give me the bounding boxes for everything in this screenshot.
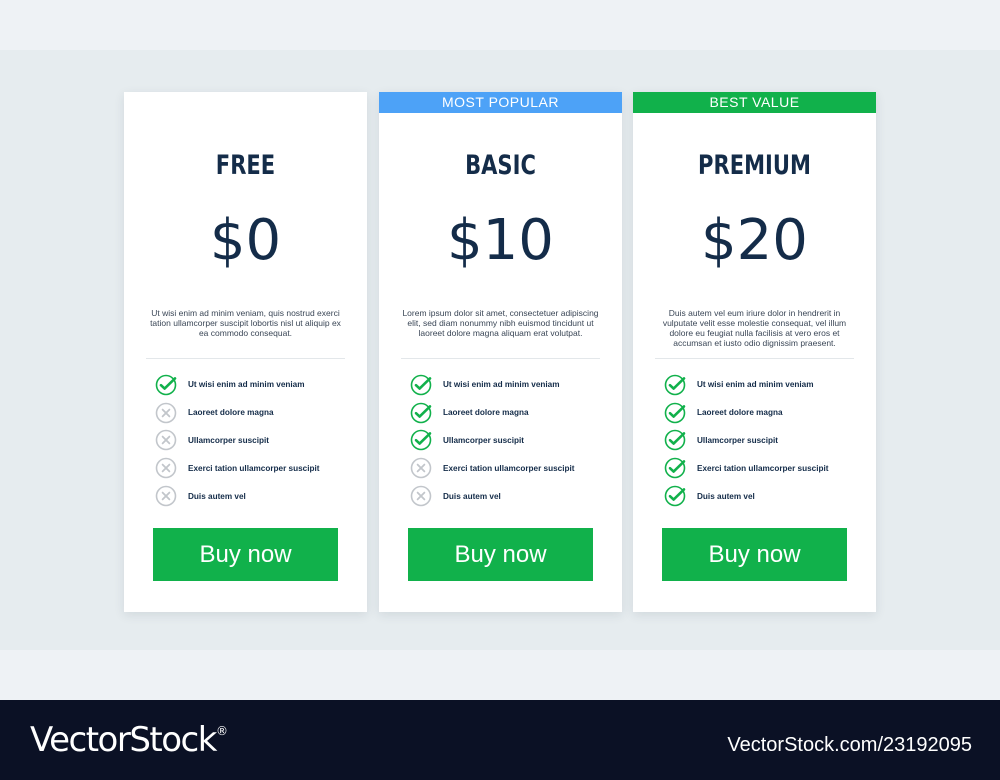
registered-mark: ® — [215, 724, 228, 738]
check-icon — [664, 457, 697, 479]
feature-label: Exerci tation ullamcorper suscipit — [697, 463, 829, 473]
plan-name: BASIC — [465, 150, 536, 181]
feature-label: Exerci tation ullamcorper suscipit — [188, 463, 320, 473]
watermark-footer: VectorStock® VectorStock.com/23192095 — [0, 700, 1000, 780]
feature-label: Laoreet dolore magna — [443, 408, 529, 418]
feature-label: Ut wisi enim ad minim veniam — [188, 380, 305, 390]
plan-price: $10 — [447, 208, 554, 273]
feature-item: Laoreet dolore magna — [155, 399, 360, 427]
plan-name: FREE — [215, 150, 276, 181]
feature-label: Exerci tation ullamcorper suscipit — [443, 463, 575, 473]
feature-item: Duis autem vel — [664, 482, 869, 510]
divider — [146, 358, 345, 359]
feature-label: Duis autem vel — [188, 491, 246, 501]
feature-item: Exerci tation ullamcorper suscipit — [155, 454, 360, 482]
divider — [655, 358, 854, 359]
feature-item: Ullamcorper suscipit — [664, 427, 869, 455]
buy-now-button[interactable]: Buy now — [408, 528, 593, 581]
check-icon — [155, 374, 188, 396]
feature-label: Duis autem vel — [443, 491, 501, 501]
feature-label: Ut wisi enim ad minim veniam — [697, 380, 814, 390]
check-icon — [410, 374, 443, 396]
plan-price: $0 — [209, 208, 282, 273]
lower-background-strip — [0, 650, 1000, 700]
image-credit: VectorStock.com/23192095 — [727, 734, 972, 756]
feature-label: Ullamcorper suscipit — [188, 435, 269, 445]
cross-icon — [410, 485, 443, 507]
cross-icon — [155, 402, 188, 424]
check-icon — [664, 374, 697, 396]
best-value-ribbon: BEST VALUE — [633, 92, 876, 113]
feature-item: Exerci tation ullamcorper suscipit — [410, 454, 615, 482]
check-icon — [664, 402, 697, 424]
feature-item: Exerci tation ullamcorper suscipit — [664, 454, 869, 482]
feature-item: Laoreet dolore magna — [664, 399, 869, 427]
feature-item: Ut wisi enim ad minim veniam — [155, 371, 360, 399]
top-background-strip — [0, 0, 1000, 50]
feature-label: Laoreet dolore magna — [697, 408, 783, 418]
check-icon — [410, 429, 443, 451]
divider — [401, 358, 600, 359]
plan-price: $20 — [701, 208, 808, 273]
feature-label: Laoreet dolore magna — [188, 408, 274, 418]
plan-description: Lorem ipsum dolor sit amet, consectetuer… — [402, 308, 599, 338]
pricing-card-premium: BEST VALUE PREMIUM $20 Duis autem vel eu… — [633, 92, 876, 612]
feature-item: Duis autem vel — [155, 482, 360, 510]
feature-item: Ullamcorper suscipit — [155, 427, 360, 455]
feature-item: Laoreet dolore magna — [410, 399, 615, 427]
check-icon — [410, 402, 443, 424]
cross-icon — [410, 457, 443, 479]
cross-icon — [155, 429, 188, 451]
feature-label: Ullamcorper suscipit — [697, 435, 778, 445]
buy-now-button[interactable]: Buy now — [662, 528, 847, 581]
cross-icon — [155, 485, 188, 507]
check-icon — [664, 429, 697, 451]
feature-list: Ut wisi enim ad minim veniam Laoreet dolo… — [410, 371, 615, 510]
plan-name: PREMIUM — [698, 150, 811, 181]
feature-label: Duis autem vel — [697, 491, 755, 501]
logo-text: VectorStock — [30, 720, 217, 760]
cross-icon — [155, 457, 188, 479]
feature-list: Ut wisi enim ad minim veniam Laoreet dolo… — [664, 371, 869, 510]
pricing-card-free: FREE $0 Ut wisi enim ad minim veniam, qu… — [124, 92, 367, 612]
feature-label: Ut wisi enim ad minim veniam — [443, 380, 560, 390]
feature-item: Ut wisi enim ad minim veniam — [664, 371, 869, 399]
plan-description: Duis autem vel eum iriure dolor in hendr… — [662, 308, 847, 348]
check-icon — [664, 485, 697, 507]
vectorstock-logo: VectorStock® — [30, 720, 228, 760]
feature-item: Ullamcorper suscipit — [410, 427, 615, 455]
feature-label: Ullamcorper suscipit — [443, 435, 524, 445]
feature-list: Ut wisi enim ad minim veniam Laoreet dolo… — [155, 371, 360, 510]
most-popular-ribbon: MOST POPULAR — [379, 92, 622, 113]
plan-description: Ut wisi enim ad minim veniam, quis nostr… — [150, 308, 341, 338]
buy-now-button[interactable]: Buy now — [153, 528, 338, 581]
feature-item: Duis autem vel — [410, 482, 615, 510]
pricing-card-basic: MOST POPULAR BASIC $10 Lorem ipsum dolor… — [379, 92, 622, 612]
feature-item: Ut wisi enim ad minim veniam — [410, 371, 615, 399]
